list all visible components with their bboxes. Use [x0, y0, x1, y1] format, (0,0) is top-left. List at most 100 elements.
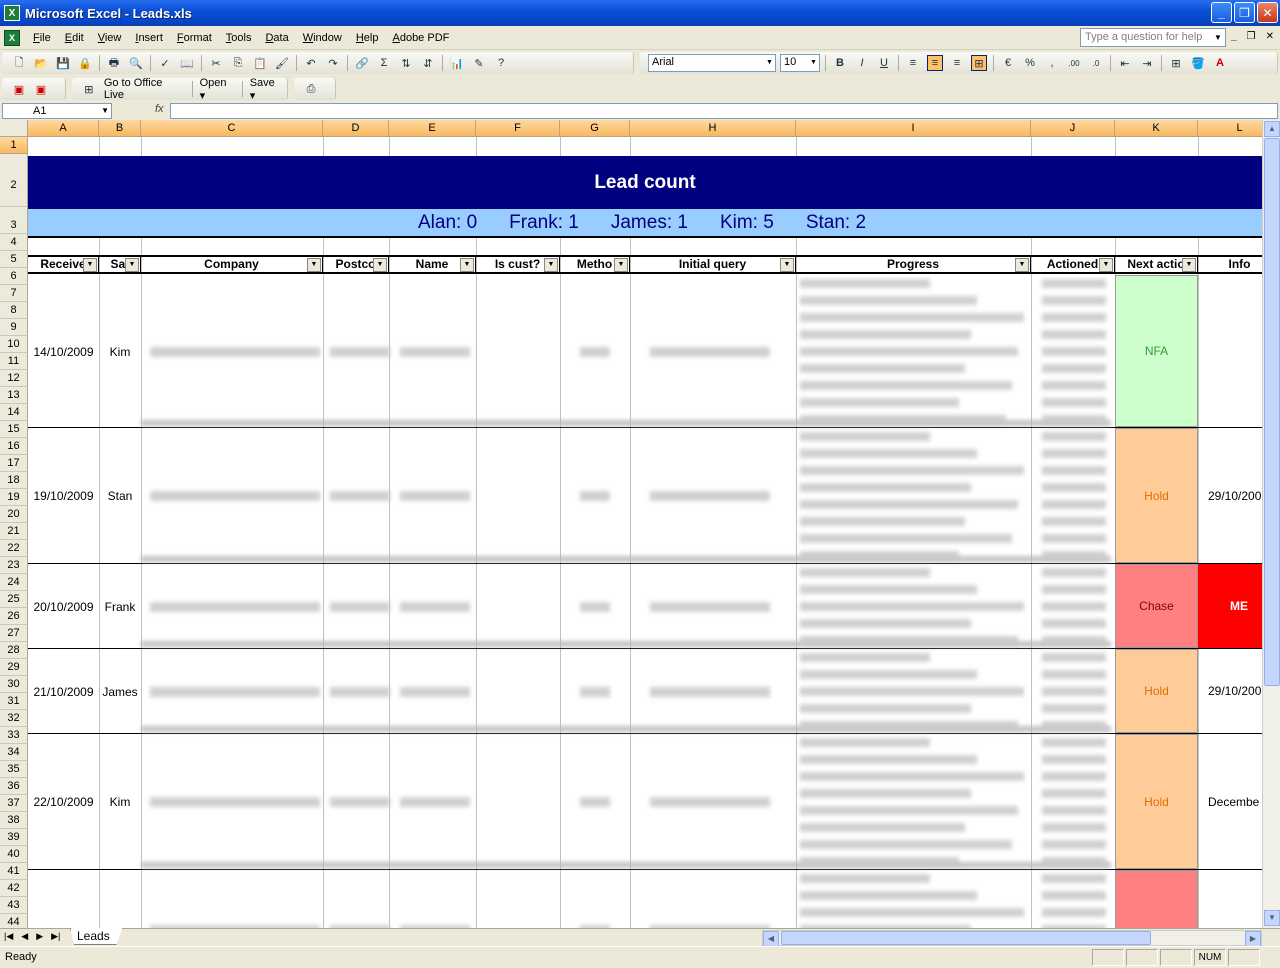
- row-header[interactable]: 43: [0, 897, 28, 914]
- pdf-email-icon[interactable]: ▣: [33, 81, 49, 97]
- row-header[interactable]: 15: [0, 421, 28, 438]
- last-sheet-icon[interactable]: ▶|: [51, 931, 60, 942]
- row-header[interactable]: 41: [0, 863, 28, 880]
- vertical-scroll-thumb[interactable]: [1264, 138, 1280, 686]
- chevron-down-icon[interactable]: ▼: [808, 55, 819, 71]
- align-right-icon[interactable]: ≡: [949, 55, 965, 71]
- row-header[interactable]: 30: [0, 676, 28, 693]
- filter-dropdown-icon[interactable]: ▼: [1099, 258, 1113, 272]
- font-name-select[interactable]: Arial ▼: [648, 54, 776, 72]
- chart-wizard-icon[interactable]: 📊: [449, 55, 465, 71]
- filter-dropdown-icon[interactable]: ▼: [307, 258, 321, 272]
- filter-dropdown-icon[interactable]: ▼: [614, 258, 628, 272]
- row-header[interactable]: 27: [0, 625, 28, 642]
- function-icon[interactable]: fx: [155, 103, 164, 115]
- font-color-icon[interactable]: A: [1212, 55, 1228, 71]
- research-icon[interactable]: 📖: [179, 55, 195, 71]
- column-header-c[interactable]: C: [141, 120, 323, 137]
- scroll-right-icon[interactable]: ▶: [1245, 931, 1261, 947]
- borders-icon[interactable]: ⊞: [1168, 55, 1184, 71]
- scroll-up-icon[interactable]: ▲: [1264, 121, 1280, 137]
- doc-close-button[interactable]: ✕: [1266, 31, 1274, 42]
- save-button[interactable]: Save ▾: [246, 77, 287, 102]
- align-left-icon[interactable]: ≡: [905, 55, 921, 71]
- column-header-e[interactable]: E: [389, 120, 476, 137]
- row-header[interactable]: 21: [0, 523, 28, 540]
- redo-icon[interactable]: ↷: [325, 55, 341, 71]
- send-icon[interactable]: ⎙: [303, 81, 319, 97]
- row-header[interactable]: 16: [0, 438, 28, 455]
- row-header[interactable]: 2: [0, 154, 28, 207]
- row-header[interactable]: 26: [0, 608, 28, 625]
- chevron-down-icon[interactable]: ▼: [764, 55, 775, 71]
- row-header[interactable]: 31: [0, 693, 28, 710]
- row-header[interactable]: 25: [0, 591, 28, 608]
- help-icon[interactable]: ?: [493, 55, 509, 71]
- menu-window[interactable]: Window: [296, 32, 349, 44]
- row-header[interactable]: 7: [0, 285, 28, 302]
- undo-icon[interactable]: ↶: [303, 55, 319, 71]
- row-header[interactable]: 37: [0, 795, 28, 812]
- next-action-cell[interactable]: Hold: [1115, 734, 1198, 869]
- copy-icon[interactable]: ⎘: [230, 55, 246, 71]
- name-box[interactable]: A1 ▼: [2, 103, 112, 119]
- row-header[interactable]: 1: [0, 137, 28, 154]
- excel-app-icon[interactable]: X: [4, 5, 20, 21]
- row-header[interactable]: 6: [0, 268, 28, 285]
- close-button[interactable]: ✕: [1257, 2, 1278, 23]
- hyperlink-icon[interactable]: 🔗: [354, 55, 370, 71]
- row-header[interactable]: 22: [0, 540, 28, 557]
- menu-help[interactable]: Help: [349, 32, 386, 44]
- fill-color-icon[interactable]: 🪣: [1190, 55, 1206, 71]
- row-header[interactable]: 44: [0, 914, 28, 928]
- chevron-down-icon[interactable]: ▼: [1211, 29, 1225, 46]
- formula-input[interactable]: [170, 103, 1278, 119]
- next-sheet-icon[interactable]: ▶: [36, 931, 43, 942]
- font-size-select[interactable]: 10 ▼: [780, 54, 820, 72]
- row-header[interactable]: 24: [0, 574, 28, 591]
- doc-minimize-button[interactable]: _: [1231, 31, 1237, 42]
- next-action-cell[interactable]: Chase: [1115, 564, 1198, 648]
- row-header[interactable]: 23: [0, 557, 28, 574]
- next-action-cell[interactable]: Hold: [1115, 428, 1198, 563]
- print-preview-icon[interactable]: 🔍: [128, 55, 144, 71]
- next-action-cell[interactable]: NFA: [1115, 275, 1198, 427]
- column-header-g[interactable]: G: [560, 120, 630, 137]
- horizontal-scrollbar[interactable]: ◀ ▶: [762, 930, 1262, 947]
- row-header[interactable]: 38: [0, 812, 28, 829]
- column-header-l[interactable]: L: [1198, 120, 1262, 137]
- menu-insert[interactable]: Insert: [128, 32, 170, 44]
- first-sheet-icon[interactable]: |◀: [4, 931, 13, 942]
- open-button[interactable]: Open ▾: [196, 77, 239, 102]
- maximize-button[interactable]: ❐: [1234, 2, 1255, 23]
- row-header[interactable]: 20: [0, 506, 28, 523]
- row-header[interactable]: 39: [0, 829, 28, 846]
- filter-dropdown-icon[interactable]: ▼: [544, 258, 558, 272]
- prev-sheet-icon[interactable]: ◀: [21, 931, 28, 942]
- column-header-a[interactable]: A: [28, 120, 99, 137]
- row-header[interactable]: 12: [0, 370, 28, 387]
- menu-file[interactable]: File: [26, 32, 58, 44]
- filter-dropdown-icon[interactable]: ▼: [1182, 258, 1196, 272]
- row-header[interactable]: 40: [0, 846, 28, 863]
- row-header[interactable]: 36: [0, 778, 28, 795]
- row-header[interactable]: 5: [0, 251, 28, 268]
- row-header[interactable]: 34: [0, 744, 28, 761]
- permission-icon[interactable]: 🔒: [77, 55, 93, 71]
- filter-dropdown-icon[interactable]: ▼: [1015, 258, 1029, 272]
- italic-icon[interactable]: I: [854, 55, 870, 71]
- scroll-left-icon[interactable]: ◀: [763, 931, 779, 947]
- filter-dropdown-icon[interactable]: ▼: [460, 258, 474, 272]
- row-header[interactable]: 11: [0, 353, 28, 370]
- sort-ascending-icon[interactable]: ⇅: [398, 55, 414, 71]
- row-header[interactable]: 3: [0, 207, 28, 234]
- sort-descending-icon[interactable]: ⇵: [420, 55, 436, 71]
- column-header-i[interactable]: I: [796, 120, 1031, 137]
- menu-view[interactable]: View: [91, 32, 129, 44]
- scroll-down-icon[interactable]: ▼: [1264, 910, 1280, 926]
- drawing-icon[interactable]: ✎: [471, 55, 487, 71]
- bold-icon[interactable]: B: [832, 55, 848, 71]
- column-header-d[interactable]: D: [323, 120, 389, 137]
- align-center-icon[interactable]: ≡: [927, 55, 943, 71]
- comma-style-icon[interactable]: ,: [1044, 55, 1060, 71]
